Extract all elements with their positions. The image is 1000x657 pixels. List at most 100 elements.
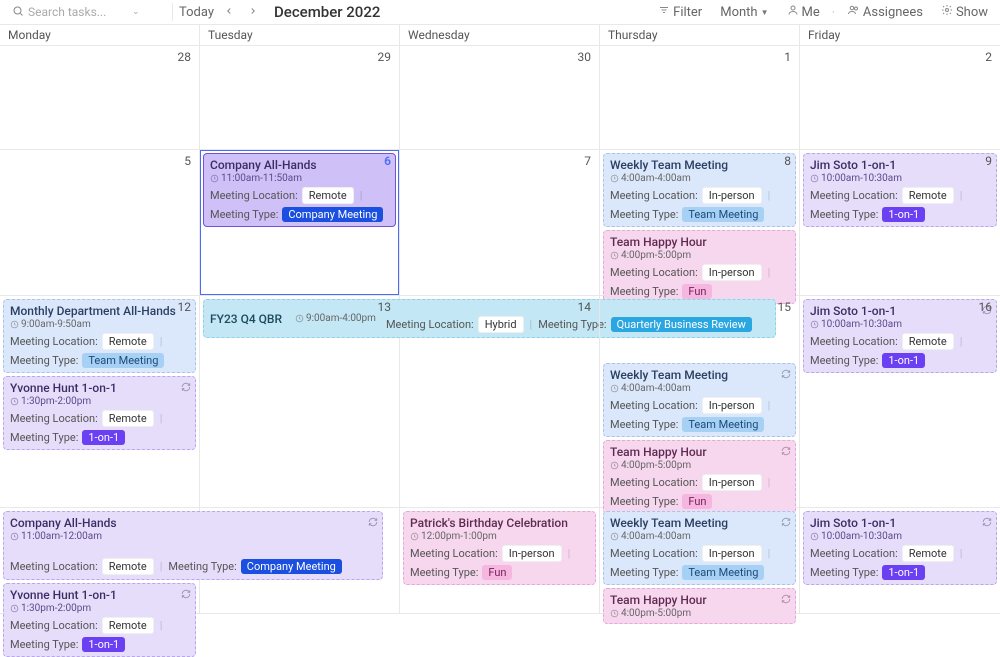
person-icon: [787, 4, 799, 20]
clock-icon: [10, 397, 19, 406]
date-number: 1: [784, 50, 791, 64]
next-button[interactable]: [244, 3, 262, 21]
event-time: 10:00am-10:30am: [810, 319, 990, 330]
meeting-location-label: Meeting Location:: [610, 399, 698, 412]
type-pill: Team Meeting: [82, 353, 164, 368]
week-row: 28 29 30 1 2: [0, 46, 1000, 150]
day-cell[interactable]: 14: [400, 296, 600, 508]
type-pill: 1-on-1: [882, 353, 925, 368]
event-title: Weekly Team Meeting: [610, 158, 789, 172]
event-title: Monthly Department All-Hands: [10, 304, 189, 318]
location-pill: In-person: [702, 397, 762, 414]
date-number: 30: [578, 50, 592, 64]
day-cell[interactable]: Jim Soto 1-on-1 10:00am-10:30am Meeting …: [800, 296, 1000, 508]
prev-button[interactable]: [220, 3, 238, 21]
day-cell[interactable]: [200, 508, 400, 614]
event-weekly-team[interactable]: Weekly Team Meeting 4:00am-4:00am Meetin…: [603, 511, 796, 585]
type-pill: 1-on-1: [82, 430, 125, 445]
day-cell[interactable]: Weekly Team Meeting 4:00am-4:00am Meetin…: [600, 508, 800, 614]
day-cell[interactable]: 1: [600, 46, 800, 150]
location-pill: Remote: [302, 187, 354, 204]
meeting-location-label: Meeting Location:: [10, 619, 98, 632]
day-cell[interactable]: FY23 Q4 QBR 9:00am-4:00pm Meeting Locati…: [200, 296, 400, 508]
event-weekly-team[interactable]: Weekly Team Meeting 4:00am-4:00am Meetin…: [603, 153, 796, 227]
event-jim-soto[interactable]: Jim Soto 1-on-1 10:00am-10:30am Meeting …: [803, 153, 997, 227]
event-time: 9:00am-9:50am: [10, 319, 189, 330]
day-header-thu: Thursday: [600, 25, 800, 45]
location-pill: Remote: [102, 558, 154, 575]
day-cell[interactable]: Weekly Team Meeting 4:00am-4:00am Meetin…: [600, 296, 800, 508]
date-number: 16: [979, 300, 993, 314]
day-cell[interactable]: Weekly Team Meeting 4:00am-4:00am Meetin…: [600, 150, 800, 296]
meeting-type-label: Meeting Type:: [610, 208, 678, 221]
week-row: Company All-Hands 11:00am-12:00am Meetin…: [0, 508, 1000, 614]
meeting-type-label: Meeting Type:: [10, 638, 78, 651]
day-cell[interactable]: 29: [200, 46, 400, 150]
day-cell[interactable]: 5: [0, 150, 200, 296]
event-title: Jim Soto 1-on-1: [810, 158, 990, 172]
meeting-location-label: Meeting Location:: [810, 547, 898, 560]
day-cell[interactable]: Jim Soto 1-on-1 10:00am-10:30am Meeting …: [800, 508, 1000, 614]
event-jim-soto[interactable]: Jim Soto 1-on-1 10:00am-10:30am Meeting …: [803, 511, 997, 585]
location-pill: Remote: [902, 333, 954, 350]
event-weekly-team[interactable]: Weekly Team Meeting 4:00am-4:00am Meetin…: [603, 363, 796, 437]
event-happy-hour[interactable]: Team Happy Hour 4:00pm-5:00pm: [603, 588, 796, 624]
event-time: 1:30pm-2:00pm: [10, 396, 189, 407]
type-pill: 1-on-1: [82, 637, 125, 652]
event-time: 9:00am-4:00pm: [295, 313, 376, 324]
event-happy-hour[interactable]: Team Happy Hour 4:00pm-5:00pm Meeting Lo…: [603, 440, 796, 514]
assignees-button[interactable]: Assignees: [841, 4, 929, 20]
day-header: Monday Tuesday Wednesday Thursday Friday: [0, 24, 1000, 46]
today-button[interactable]: Today: [179, 5, 214, 20]
event-time: 1:30pm-2:00pm: [10, 603, 189, 614]
event-title: Weekly Team Meeting: [610, 368, 789, 382]
me-button[interactable]: Me: [781, 4, 826, 20]
day-cell[interactable]: 7: [400, 150, 600, 296]
clock-icon: [610, 384, 619, 393]
clock-icon: [10, 320, 19, 329]
location-pill: In-person: [702, 474, 762, 491]
clock-icon: [410, 532, 419, 541]
day-cell-today[interactable]: Company All-Hands 11:00am-11:50am Meetin…: [200, 150, 400, 296]
show-button[interactable]: Show: [935, 4, 994, 20]
event-jim-soto[interactable]: Jim Soto 1-on-1 10:00am-10:30am Meeting …: [803, 299, 997, 373]
day-header-tue: Tuesday: [200, 25, 400, 45]
day-cell[interactable]: Jim Soto 1-on-1 10:00am-10:30am Meeting …: [800, 150, 1000, 296]
event-yvonne[interactable]: Yvonne Hunt 1-on-1 1:30pm-2:00pm Meeting…: [3, 583, 196, 657]
recurring-icon: [781, 593, 791, 607]
recurring-icon: [982, 516, 992, 530]
type-pill: Fun: [482, 565, 512, 580]
filter-button[interactable]: Filter: [652, 4, 708, 20]
event-title: Team Happy Hour: [610, 235, 789, 249]
search-input[interactable]: [28, 5, 128, 19]
meeting-type-label: Meeting Type:: [610, 566, 678, 579]
day-cell[interactable]: 28: [0, 46, 200, 150]
clock-icon: [610, 532, 619, 541]
event-title: Team Happy Hour: [610, 593, 789, 607]
event-yvonne[interactable]: Yvonne Hunt 1-on-1 1:30pm-2:00pm Meeting…: [3, 376, 196, 450]
event-time: 12:00pm-1:00pm: [410, 531, 589, 542]
event-patrick-bday[interactable]: Patrick's Birthday Celebration 12:00pm-1…: [403, 511, 596, 585]
date-number: 2: [985, 50, 992, 64]
day-cell[interactable]: Monthly Department All-Hands 9:00am-9:50…: [0, 296, 200, 508]
type-pill: Team Meeting: [682, 565, 764, 580]
date-number: 9: [985, 154, 992, 168]
meeting-type-label: Meeting Type:: [10, 431, 78, 444]
event-title: Company All-Hands: [210, 158, 389, 172]
event-time: 4:00am-4:00am: [610, 531, 789, 542]
date-number: 29: [378, 50, 392, 64]
day-cell[interactable]: Patrick's Birthday Celebration 12:00pm-1…: [400, 508, 600, 614]
event-title: Jim Soto 1-on-1: [810, 304, 990, 318]
people-icon: [847, 4, 860, 20]
view-select[interactable]: Month ▼: [714, 5, 774, 20]
view-label: Month: [720, 5, 757, 20]
day-cell[interactable]: 2: [800, 46, 1000, 150]
meeting-type-label: Meeting Type:: [410, 566, 478, 579]
event-happy-hour[interactable]: Team Happy Hour 4:00pm-5:00pm Meeting Lo…: [603, 230, 796, 304]
day-cell[interactable]: Company All-Hands 11:00am-12:00am Meetin…: [0, 508, 200, 614]
event-monthly-dept[interactable]: Monthly Department All-Hands 9:00am-9:50…: [3, 299, 196, 373]
chevron-down-icon[interactable]: ⌄: [132, 7, 140, 17]
search-wrap[interactable]: ⌄: [6, 3, 166, 22]
event-company-allhands[interactable]: Company All-Hands 11:00am-11:50am Meetin…: [203, 153, 396, 227]
day-cell[interactable]: 30: [400, 46, 600, 150]
